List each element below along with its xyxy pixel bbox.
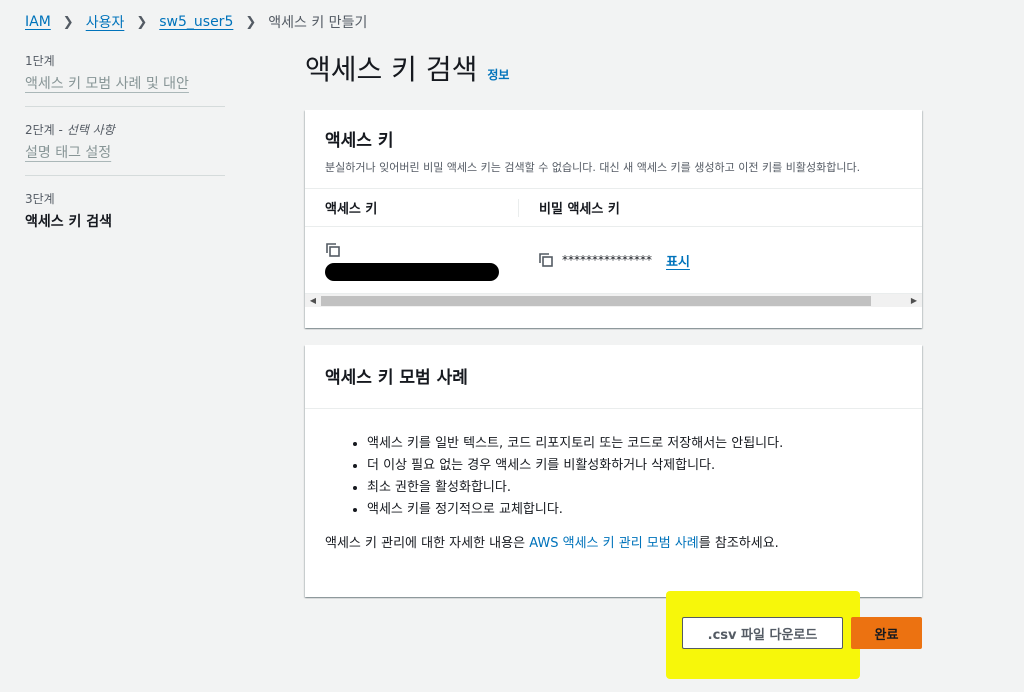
list-item: 액세스 키를 일반 텍스트, 코드 리포지토리 또는 코드로 저장해서는 안됩니…	[367, 433, 902, 455]
show-secret-link[interactable]: 표시	[666, 251, 690, 270]
breadcrumb-iam[interactable]: IAM	[25, 14, 51, 30]
step-optional: 선택 사항	[66, 123, 115, 137]
wizard-steps: 1단계 액세스 키 모범 사례 및 대안 2단계 - 선택 사항 설명 태그 설…	[25, 52, 225, 258]
secret-key-cell: *************** 표시	[518, 251, 922, 270]
step-2: 2단계 - 선택 사항 설명 태그 설정	[25, 121, 225, 176]
breadcrumb-users[interactable]: 사용자	[86, 12, 125, 32]
step-1: 1단계 액세스 키 모범 사례 및 대안	[25, 52, 225, 107]
chevron-right-icon: ❯	[245, 14, 257, 30]
list-item: 최소 권한을 활성화합니다.	[367, 477, 902, 499]
step-number: 1단계	[25, 54, 55, 68]
panel-description: 분실하거나 잊어버린 비밀 액세스 키는 검색할 수 없습니다. 대신 새 액세…	[325, 161, 861, 174]
breadcrumb-current: 액세스 키 만들기	[268, 15, 368, 31]
page-title-text: 액세스 키 검색	[305, 53, 478, 86]
column-header-secret-key: 비밀 액세스 키	[518, 198, 922, 217]
access-keys-table: 액세스 키 비밀 액세스 키 *************** 표시 ◀ ▶	[305, 188, 922, 307]
step-link-tags[interactable]: 설명 태그 설정	[25, 142, 225, 162]
list-item: 액세스 키를 정기적으로 교체합니다.	[367, 499, 902, 521]
column-header-access-key: 액세스 키	[325, 202, 378, 217]
page-title: 액세스 키 검색 정보	[305, 48, 509, 88]
step-number: 3단계	[25, 192, 55, 206]
copy-icon[interactable]	[325, 242, 341, 258]
best-practices-list: 액세스 키를 일반 텍스트, 코드 리포지토리 또는 코드로 저장해서는 안됩니…	[367, 433, 902, 521]
step-link-best-practices[interactable]: 액세스 키 모범 사례 및 대안	[25, 73, 225, 93]
breadcrumb: IAM ❯ 사용자 ❯ sw5_user5 ❯ 액세스 키 만들기	[25, 12, 367, 32]
list-item: 더 이상 필요 없는 경우 액세스 키를 비활성화하거나 삭제합니다.	[367, 455, 902, 477]
aws-best-practices-link[interactable]: AWS 액세스 키 관리 모범 사례	[529, 536, 699, 551]
access-key-cell	[305, 240, 518, 281]
access-key-panel: 액세스 키 분실하거나 잊어버린 비밀 액세스 키는 검색할 수 없습니다. 대…	[305, 110, 922, 328]
breadcrumb-user[interactable]: sw5_user5	[159, 14, 233, 30]
scroll-left-icon[interactable]: ◀	[305, 296, 321, 305]
horizontal-scrollbar[interactable]: ◀ ▶	[305, 293, 922, 307]
done-button[interactable]: 완료	[851, 617, 922, 649]
step-current-retrieve: 액세스 키 검색	[25, 214, 113, 230]
chevron-right-icon: ❯	[136, 14, 148, 30]
best-practices-panel: 액세스 키 모범 사례 액세스 키를 일반 텍스트, 코드 리포지토리 또는 코…	[305, 345, 922, 597]
panel-title: 액세스 키	[325, 131, 394, 151]
panel-title: 액세스 키 모범 사례	[325, 368, 468, 388]
chevron-right-icon: ❯	[62, 14, 74, 30]
step-3: 3단계 액세스 키 검색	[25, 190, 225, 244]
table-header: 액세스 키 비밀 액세스 키	[305, 189, 922, 227]
copy-icon[interactable]	[538, 252, 554, 268]
secret-key-masked: ***************	[562, 253, 652, 267]
scrollbar-thumb[interactable]	[321, 295, 871, 306]
table-row: *************** 표시	[305, 227, 922, 293]
best-practices-note: 액세스 키 관리에 대한 자세한 내용은 AWS 액세스 키 관리 모범 사례를…	[325, 536, 779, 551]
redaction-bar	[325, 262, 499, 281]
info-link[interactable]: 정보	[487, 66, 509, 83]
scroll-right-icon[interactable]: ▶	[906, 296, 922, 305]
download-csv-button[interactable]: .csv 파일 다운로드	[682, 617, 843, 649]
step-number: 2단계 - 선택 사항	[25, 123, 115, 137]
